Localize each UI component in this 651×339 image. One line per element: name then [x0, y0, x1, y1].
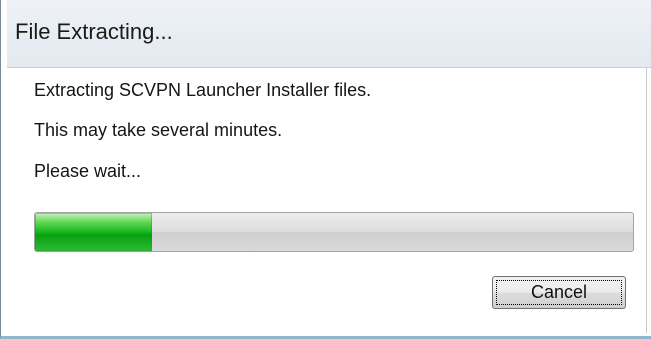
dialog-content: Extracting SCVPN Launcher Installer file…	[7, 68, 647, 333]
progress-bar-fill	[35, 213, 153, 251]
extracting-message: Extracting SCVPN Launcher Installer file…	[34, 80, 372, 100]
progress-bar	[34, 212, 634, 252]
duration-message: This may take several minutes.	[34, 120, 283, 140]
wait-message: Please wait...	[34, 161, 142, 181]
window-title: File Extracting...	[15, 19, 173, 44]
title-bar[interactable]: File Extracting...	[7, 0, 651, 68]
cancel-button-label: Cancel	[496, 280, 622, 305]
cancel-button[interactable]: Cancel	[492, 276, 626, 309]
file-extracting-dialog: File Extracting... Extracting SCVPN Laun…	[0, 0, 651, 339]
